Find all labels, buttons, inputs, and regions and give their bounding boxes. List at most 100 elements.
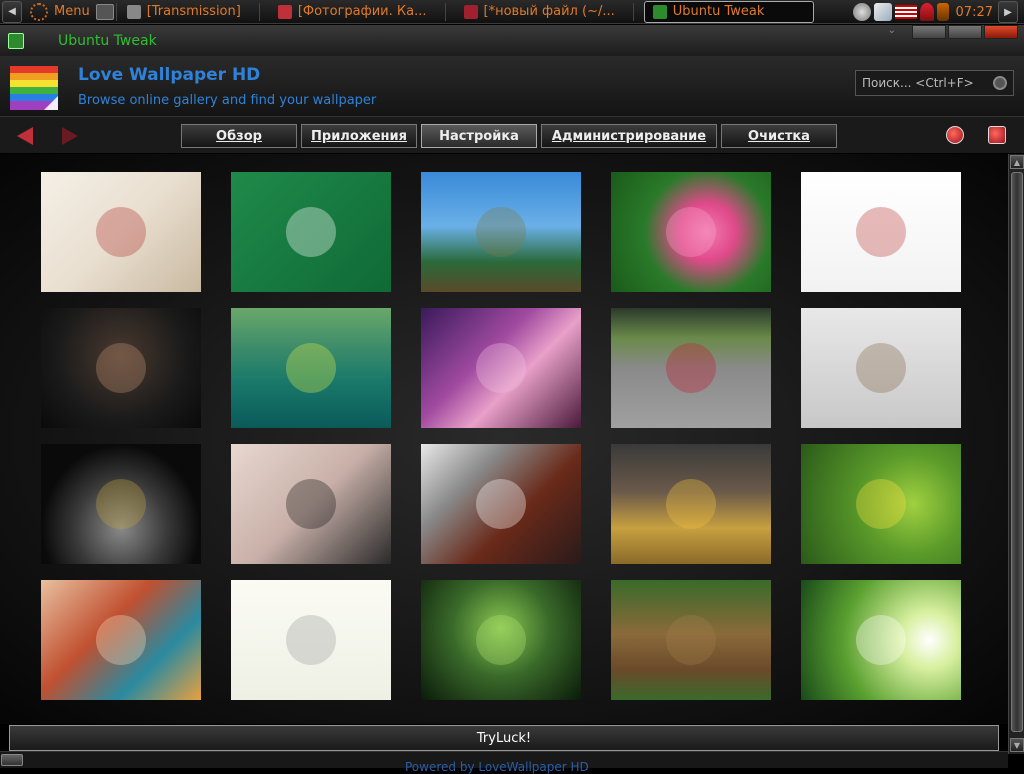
help-icon[interactable]: [946, 126, 964, 144]
try-luck-button[interactable]: TryLuck!: [9, 725, 999, 751]
network-icon[interactable]: [852, 3, 871, 21]
horizontal-scrollbar[interactable]: Powered by LoveWallpaper HD: [0, 751, 1008, 774]
search-box[interactable]: [855, 70, 1014, 96]
tab-0[interactable]: Обзор: [181, 124, 297, 148]
thumbnail-accent: [666, 479, 716, 529]
top-panel: ◀ Menu [Transmission] [Фотографии. Ка... […: [0, 0, 1024, 24]
thumbnail-accent: [286, 207, 336, 257]
wallpaper-thumbnail-tennis-racket[interactable]: [231, 308, 391, 428]
wallpaper-thumbnail-bear-in-grass[interactable]: [611, 580, 771, 700]
taskbar-item[interactable]: [*новый файл (~/...: [456, 1, 623, 23]
box-icon[interactable]: [873, 3, 892, 21]
gear-icon: [30, 2, 48, 21]
wallpaper-thumbnail-painted-girl[interactable]: [41, 580, 201, 700]
tab-1[interactable]: Приложения: [301, 124, 417, 148]
vertical-scroll-thumb[interactable]: [1011, 172, 1023, 732]
thumbnail-accent: [856, 207, 906, 257]
thumbnail-accent: [96, 207, 146, 257]
task-app-icon: [652, 4, 667, 19]
taskbar-item[interactable]: [Transmission]: [119, 1, 249, 23]
vertical-scrollbar[interactable]: ▲ ▼: [1008, 154, 1024, 754]
window-title: Ubuntu Tweak: [58, 32, 157, 49]
forward-arrow-icon[interactable]: [62, 127, 78, 145]
wallpaper-thumbnail-moon-city[interactable]: [41, 444, 201, 564]
task-app-icon: [277, 4, 292, 19]
app-header: Love Wallpaper HD Browse online gallery …: [0, 56, 1024, 116]
maximize-button[interactable]: [948, 25, 982, 39]
wallpaper-thumbnail-green-light-burst[interactable]: [801, 580, 961, 700]
wallpaper-thumbnail-basketball-player[interactable]: [611, 444, 771, 564]
thumbnail-accent: [856, 343, 906, 393]
keyboard-layout-flag-icon[interactable]: [894, 5, 917, 19]
volume-icon[interactable]: [919, 3, 934, 21]
wallpaper-thumbnail-japanese-cranes-painting[interactable]: [41, 172, 201, 292]
menu-label: Menu: [54, 4, 90, 19]
wallpaper-thumbnail-green-card-keep-you-close[interactable]: [231, 172, 391, 292]
thumbnail-accent: [666, 615, 716, 665]
wallpaper-gallery: [0, 154, 1008, 724]
tab-2[interactable]: Настройка: [421, 124, 537, 148]
scroll-up-arrow-icon[interactable]: ▲: [1010, 155, 1024, 169]
tab-3[interactable]: Администрирование: [541, 124, 717, 148]
thumbnail-accent: [856, 479, 906, 529]
wallpaper-thumbnail-anime-girl-pink-hair[interactable]: [421, 308, 581, 428]
main-menu-button[interactable]: Menu: [24, 2, 96, 21]
wallpaper-thumbnail-woman-torso[interactable]: [231, 444, 391, 564]
signal-icon[interactable]: [936, 3, 949, 21]
search-input[interactable]: [862, 76, 982, 90]
thumbnail-accent: [96, 479, 146, 529]
panel-right-arrow[interactable]: ▶: [998, 1, 1018, 23]
wallpaper-thumbnail-green-leaves[interactable]: [421, 580, 581, 700]
wallpaper-thumbnail-pink-rose[interactable]: [611, 172, 771, 292]
system-tray: 07:27 ▶: [852, 0, 1024, 24]
love-wallpaper-logo-icon: [10, 66, 58, 110]
wallpaper-thumbnail-motorcycle-race[interactable]: [611, 308, 771, 428]
ubuntu-tweak-window-icon[interactable]: [8, 32, 24, 49]
minimize-button[interactable]: [912, 25, 946, 39]
thumbnail-accent: [666, 343, 716, 393]
terminal-launcher-icon[interactable]: [95, 3, 114, 20]
wallpaper-thumbnail-sketch-garden-arch[interactable]: [231, 580, 391, 700]
window-titlebar[interactable]: Ubuntu Tweak ⌄: [0, 25, 1024, 56]
thumbnail-accent: [666, 207, 716, 257]
taskbar-item[interactable]: Ubuntu Tweak: [643, 0, 814, 23]
thumbnail-accent: [286, 343, 336, 393]
thumbnail-accent: [286, 615, 336, 665]
wallpaper-thumbnail-half-life-characters[interactable]: [801, 308, 961, 428]
app-name: Love Wallpaper HD: [78, 65, 261, 85]
thumbnail-accent: [856, 615, 906, 665]
scroll-down-arrow-icon[interactable]: ▼: [1010, 738, 1024, 752]
thumbnail-accent: [96, 615, 146, 665]
clock[interactable]: 07:27: [956, 5, 993, 20]
thumbnail-accent: [476, 343, 526, 393]
thumbnail-accent: [286, 479, 336, 529]
close-button[interactable]: [984, 25, 1018, 39]
taskbar-item[interactable]: [Фотографии. Ка...: [270, 1, 435, 23]
powered-by-link[interactable]: Powered by LoveWallpaper HD: [405, 760, 589, 774]
task-app-icon: [463, 4, 478, 19]
wallpaper-thumbnail-yellow-flower-green[interactable]: [801, 444, 961, 564]
wallpaper-thumbnail-sea-turtle-cartoon[interactable]: [421, 172, 581, 292]
thumbnail-accent: [476, 479, 526, 529]
thumbnail-accent: [476, 207, 526, 257]
thumbnail-accent: [96, 343, 146, 393]
app-description: Browse online gallery and find your wall…: [78, 93, 377, 108]
wallpaper-thumbnail-alone-in-the-dark[interactable]: [421, 444, 581, 564]
panel-left-arrow[interactable]: ◀: [2, 0, 22, 23]
tab-4[interactable]: Очистка: [721, 124, 837, 148]
taskbar-item-label: [Transmission]: [146, 4, 241, 19]
horizontal-scroll-thumb[interactable]: [1, 754, 23, 766]
toolbar: Обзор Приложения Настройка Администрировани…: [0, 116, 1024, 153]
taskbar-item-label: [*новый файл (~/...: [483, 4, 615, 19]
window-menu-arrow-icon[interactable]: ⌄: [888, 25, 896, 36]
thumbnail-accent: [476, 615, 526, 665]
preferences-icon[interactable]: [988, 126, 1006, 144]
section-tabs: Обзор Приложения Настройка Администрировани…: [181, 124, 837, 148]
wallpaper-thumbnail-man-portrait[interactable]: [41, 308, 201, 428]
task-app-icon: [126, 4, 141, 19]
taskbar-item-label: [Фотографии. Ка...: [297, 4, 427, 19]
taskbar-item-label: Ubuntu Tweak: [672, 4, 765, 19]
wallpaper-thumbnail-girl-group[interactable]: [801, 172, 961, 292]
back-arrow-icon[interactable]: [17, 127, 33, 145]
search-icon[interactable]: [993, 76, 1007, 90]
